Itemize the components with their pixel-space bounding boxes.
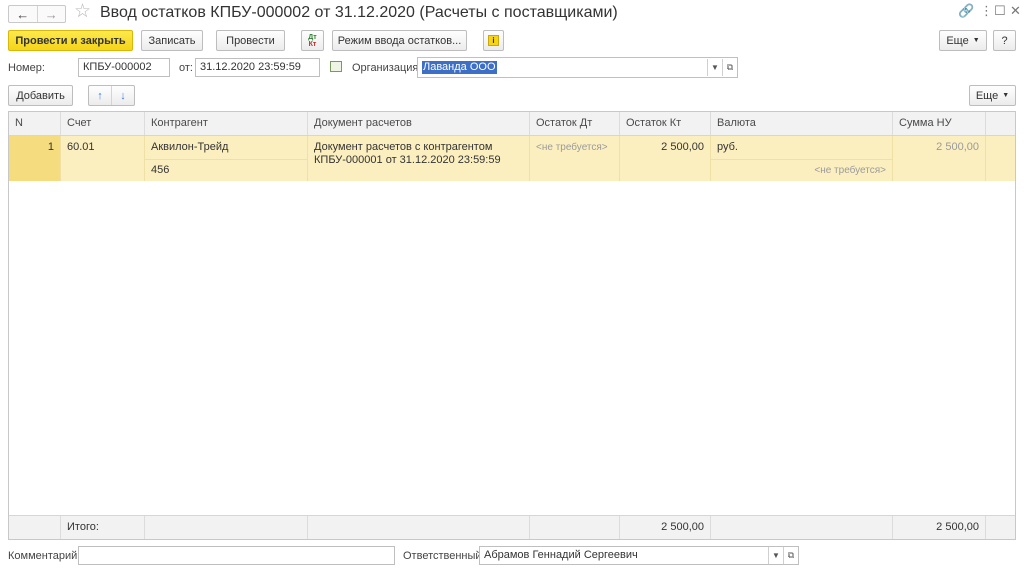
post-button[interactable]: Провести [216,30,285,51]
open-icon[interactable]: ⧉ [783,547,798,564]
currency-sub-value: <не требуется> [711,159,892,181]
balances-table: N Счет Контрагент Документ расчетов Оста… [8,111,1016,540]
contract-value: 456 [145,159,307,181]
window-title: Ввод остатков КПБУ-000002 от 31.12.2020 … [100,4,618,21]
chevron-down-icon: ▼ [972,37,980,44]
close-icon[interactable]: ✕ [1010,3,1021,19]
table-footer: Итого: 2 500,00 2 500,00 [9,515,1015,539]
open-icon[interactable]: ⧉ [722,59,737,76]
save-button[interactable]: Записать [141,30,203,51]
comment-field[interactable] [78,546,395,565]
dt-kt-button[interactable]: Дт Кт [301,30,324,51]
forward-arrow-icon[interactable]: → [36,6,66,22]
table-header: N Счет Контрагент Документ расчетов Оста… [9,112,1015,136]
organization-label: Организация: [352,62,422,74]
sum-nu-total: 2 500,00 [893,516,986,539]
column-header-document[interactable]: Документ расчетов [308,112,530,135]
back-arrow-icon[interactable]: ← [9,6,37,22]
credit-total: 2 500,00 [620,516,711,539]
cell-currency[interactable]: руб. <не требуется> [711,136,893,181]
column-header-debit[interactable]: Остаток Дт [530,112,620,135]
document-line-1: Документ расчетов с контрагентом [314,141,493,153]
date-label: от: [179,62,193,74]
organization-value: Лаванда ООО [422,61,497,74]
favorite-star-icon[interactable]: ☆ [74,2,91,22]
footer-cell [308,516,530,539]
chevron-down-icon: ▼ [1002,92,1010,99]
restore-icon[interactable]: ☐ [994,3,1006,19]
menu-icon[interactable]: ⋮ [980,3,993,19]
help-button[interactable]: ? [993,30,1016,51]
column-header-credit[interactable]: Остаток Кт [620,112,711,135]
column-header-sum-nu[interactable]: Сумма НУ [893,112,986,135]
info-button[interactable]: i [483,30,504,51]
link-icon[interactable]: 🔗 [958,3,974,19]
calendar-icon[interactable] [330,61,342,72]
table-row[interactable]: 1 60.01 Аквилон-Трейд 456 Документ расче… [9,136,1015,181]
info-icon: i [488,35,499,46]
footer-cell [530,516,620,539]
number-field[interactable]: КПБУ-000002 [78,58,170,77]
move-down-icon[interactable]: ↓ [111,86,134,105]
cell-debit[interactable]: <не требуется> [530,136,620,181]
column-header-currency[interactable]: Валюта [711,112,893,135]
footer-cell [711,516,893,539]
comment-label: Комментарий: [8,550,81,562]
responsible-value: Абрамов Геннадий Сергеевич [484,549,638,561]
footer-cell [9,516,61,539]
post-and-close-button[interactable]: Провести и закрыть [8,30,133,51]
move-up-icon[interactable]: ↑ [89,86,111,105]
cell-credit[interactable]: 2 500,00 [620,136,711,181]
table-more-button[interactable]: Еще ▼ [969,85,1016,106]
dt-label: Дт [308,33,317,41]
date-field[interactable]: 31.12.2020 23:59:59 [195,58,320,77]
move-buttons: ↑ ↓ [88,85,135,106]
responsible-field[interactable]: Абрамов Геннадий Сергеевич ▼ ⧉ [479,546,799,565]
kt-label: Кт [308,40,317,48]
dropdown-icon[interactable]: ▼ [707,59,722,76]
add-button[interactable]: Добавить [8,85,73,106]
responsible-label: Ответственный: [403,550,485,562]
cell-n[interactable]: 1 [9,136,61,181]
column-header-n[interactable]: N [9,112,61,135]
dropdown-icon[interactable]: ▼ [768,547,783,564]
column-header-account[interactable]: Счет [61,112,145,135]
more-label: Еще [946,34,969,47]
column-header-counterparty[interactable]: Контрагент [145,112,308,135]
cell-sum-nu[interactable]: 2 500,00 [893,136,986,181]
currency-value: руб. [717,141,738,153]
counterparty-value: Аквилон-Трейд [151,141,229,153]
number-label: Номер: [8,62,45,74]
total-label: Итого: [61,516,145,539]
cell-account[interactable]: 60.01 [61,136,145,181]
footer-cell [145,516,308,539]
document-line-2: КПБУ-000001 от 31.12.2020 23:59:59 [314,154,501,166]
cell-counterparty[interactable]: Аквилон-Трейд 456 [145,136,308,181]
table-more-label: Еще [975,89,999,102]
input-mode-button[interactable]: Режим ввода остатков... [332,30,467,51]
more-button[interactable]: Еще ▼ [939,30,987,51]
organization-field[interactable]: Лаванда ООО ▼ ⧉ [417,57,738,78]
cell-document[interactable]: Документ расчетов с контрагентом КПБУ-00… [308,136,530,181]
nav-buttons: ← → [8,5,66,23]
